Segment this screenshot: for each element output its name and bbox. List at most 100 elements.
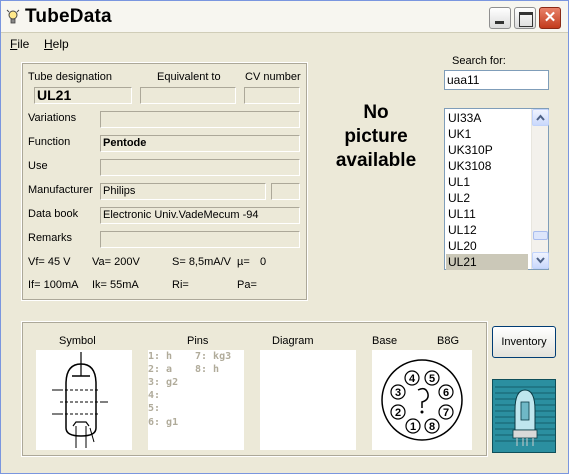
chevron-up-icon	[536, 114, 545, 121]
use-field[interactable]	[100, 159, 300, 176]
cv-number-field[interactable]	[244, 87, 300, 104]
base-label: Base	[372, 335, 398, 347]
maximize-icon	[515, 8, 535, 28]
equivalent-to-label: Equivalent to	[157, 71, 221, 83]
base-pin-label: 7	[443, 407, 449, 419]
lightbulb-icon	[6, 9, 20, 24]
diagram-panel	[260, 350, 356, 450]
base-pin-4: 4	[404, 370, 420, 386]
tube-list-item[interactable]: UK1	[446, 126, 528, 142]
picture-placeholder: No picture available	[321, 101, 431, 173]
manufacturer-field[interactable]: Philips	[100, 183, 266, 200]
manufacturer-label: Manufacturer	[28, 184, 93, 196]
if-value: If= 100mA	[28, 279, 79, 291]
tube-list-item[interactable]: UL20	[446, 238, 528, 254]
remarks-field[interactable]	[100, 231, 300, 248]
base-panel: 12 34 56 78	[372, 350, 472, 450]
minimize-button[interactable]	[489, 7, 511, 29]
tube-list-item[interactable]: UL2	[446, 190, 528, 206]
list-scrollbar[interactable]	[531, 109, 549, 269]
ri-value: Ri=	[172, 279, 189, 291]
function-field[interactable]: Pentode	[100, 135, 300, 152]
pin-6: 6: g1	[148, 417, 179, 428]
picture-text-line1: No	[363, 102, 389, 123]
minimize-icon	[490, 8, 510, 28]
remarks-label: Remarks	[28, 232, 73, 244]
scroll-thumb[interactable]	[533, 231, 548, 240]
base-pin-label: 4	[409, 373, 416, 385]
variations-field[interactable]	[100, 111, 300, 128]
pin-4: 4:	[148, 390, 161, 401]
tube-list-item[interactable]: UL11	[446, 206, 528, 222]
tube-list-items: UI33A UK1 UK310P UK3108 UL1 UL2 UL11 UL12 UL20 UL…	[446, 110, 528, 270]
s-value: S= 8,5mA/V	[172, 256, 232, 268]
pin-5: 5:	[148, 403, 161, 414]
base-pin-7: 7	[438, 404, 454, 420]
diagram-label: Diagram	[272, 335, 314, 347]
variations-label: Variations	[28, 112, 77, 124]
mu-label: µ=	[237, 256, 250, 268]
pins-list: 1: h 2: a 3: g2 4: 5: 6: g1 7: kg3 8: h	[148, 350, 244, 450]
tube-list-item[interactable]: UI33A	[446, 110, 528, 126]
tube-list-item[interactable]: UL1	[446, 174, 528, 190]
chevron-down-icon	[536, 257, 545, 264]
tube-list-item[interactable]: UL12	[446, 222, 528, 238]
vacuum-tube-logo-icon	[493, 380, 555, 452]
close-button[interactable]: ✕	[539, 7, 561, 29]
picture-text-line3: available	[335, 150, 417, 171]
tube-list-item[interactable]: UK310P	[446, 142, 528, 158]
pin-1: 1: h	[148, 351, 173, 362]
pentode-symbol-icon	[52, 352, 108, 448]
mu-value: 0	[260, 256, 267, 268]
ik-value: Ik= 55mA	[92, 279, 139, 291]
base-pin-label: 8	[429, 421, 435, 433]
menu-help[interactable]: Help	[44, 37, 69, 51]
symbol-panel	[36, 350, 132, 450]
symbol-label: Symbol	[59, 335, 96, 347]
base-pin-5: 5	[424, 370, 440, 386]
search-label: Search for:	[452, 55, 506, 67]
pin-2: 2: a	[148, 364, 173, 375]
use-label: Use	[28, 160, 48, 172]
va-value: Va= 200V	[92, 256, 140, 268]
pin-7: 7: kg3	[195, 351, 232, 362]
tube-base-icon: 12 34 56 78	[381, 359, 463, 441]
vf-value: Vf= 45 V	[28, 256, 71, 268]
tube-list-item[interactable]: UL21	[446, 254, 528, 270]
base-pin-6: 6	[438, 384, 454, 400]
app-window: TubeData ✕ File Help Tube designation Eq…	[0, 0, 569, 474]
base-type-label: B8G	[437, 335, 460, 347]
scroll-down-button[interactable]	[532, 252, 549, 269]
tube-designation-label: Tube designation	[28, 71, 112, 83]
close-icon: ✕	[543, 9, 557, 26]
cv-number-label: CV number	[245, 71, 301, 83]
function-label: Function	[28, 136, 71, 148]
equivalent-to-field[interactable]	[140, 87, 236, 104]
menu-bar: File Help	[1, 34, 568, 54]
base-pin-label: 2	[395, 407, 401, 419]
window-title: TubeData	[25, 6, 112, 27]
base-pin-8: 8	[424, 418, 440, 434]
manufacturer-code-field[interactable]	[271, 183, 300, 200]
maximize-button[interactable]	[514, 7, 536, 29]
pin-8: 8: h	[195, 364, 220, 375]
inventory-button[interactable]: Inventory	[492, 326, 556, 358]
base-pin-3: 3	[390, 384, 406, 400]
base-pin-label: 1	[410, 421, 416, 433]
menu-file[interactable]: File	[10, 37, 29, 51]
base-pin-label: 3	[395, 387, 401, 399]
pins-label: Pins	[187, 335, 209, 347]
tube-list-item[interactable]: UK3108	[446, 158, 528, 174]
search-input[interactable]	[444, 70, 549, 90]
title-bar[interactable]: TubeData ✕	[1, 1, 568, 33]
pin-3: 3: g2	[148, 377, 179, 388]
pa-value: Pa=	[237, 279, 257, 291]
base-pin-label: 5	[429, 373, 435, 385]
data-book-label: Data book	[28, 208, 79, 220]
base-pin-label: 6	[443, 387, 449, 399]
tube-designation-field[interactable]: UL21	[34, 87, 132, 104]
base-pin-1: 1	[405, 418, 421, 434]
tube-list[interactable]: UI33A UK1 UK310P UK3108 UL1 UL2 UL11 UL12 UL20 UL…	[444, 108, 549, 270]
scroll-up-button[interactable]	[532, 109, 549, 126]
data-book-field[interactable]: Electronic Univ.VadeMecum -94	[100, 207, 300, 224]
